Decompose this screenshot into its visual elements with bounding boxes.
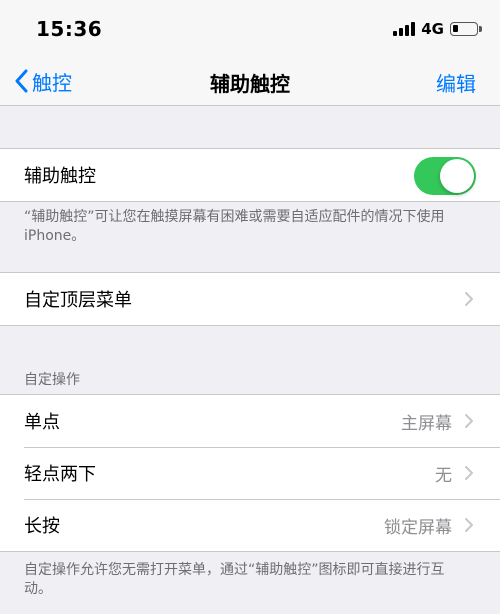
network-label: 4G bbox=[421, 20, 444, 38]
edit-button[interactable]: 编辑 bbox=[436, 68, 476, 97]
assistive-touch-label: 辅助触控 bbox=[24, 166, 96, 187]
navigation-bar: 触控 辅助触控 编辑 bbox=[0, 58, 500, 106]
action-row-double-tap[interactable]: 轻点两下 无 bbox=[0, 447, 500, 499]
action-label: 单点 bbox=[24, 412, 60, 433]
status-indicators: 4G bbox=[393, 20, 482, 38]
action-label: 长按 bbox=[24, 516, 60, 537]
assistive-touch-toggle[interactable] bbox=[414, 157, 476, 195]
top-menu-label: 自定顶层菜单 bbox=[24, 290, 132, 311]
assistive-touch-group: 辅助触控 bbox=[0, 148, 500, 202]
battery-icon bbox=[450, 22, 482, 36]
action-row-long-press[interactable]: 长按 锁定屏幕 bbox=[0, 499, 500, 551]
action-value: 锁定屏幕 bbox=[384, 517, 452, 538]
status-bar: 15:36 4G bbox=[0, 0, 500, 58]
chevron-right-icon bbox=[465, 414, 473, 428]
top-menu-group: 自定顶层菜单 bbox=[0, 272, 500, 326]
top-menu-row[interactable]: 自定顶层菜单 bbox=[0, 273, 500, 325]
chevron-right-icon bbox=[465, 292, 473, 306]
chevron-right-icon bbox=[465, 466, 473, 480]
action-label: 轻点两下 bbox=[24, 464, 96, 485]
assistive-touch-footnote: “辅助触控”可让您在触摸屏幕有困难或需要自适应配件的情况下使用iPhone。 bbox=[24, 209, 445, 244]
custom-actions-group: 单点 主屏幕 轻点两下 无 长按 锁定屏幕 bbox=[0, 394, 500, 552]
status-time: 15:36 bbox=[36, 17, 103, 41]
action-value: 无 bbox=[435, 465, 452, 486]
custom-actions-header: 自定操作 bbox=[24, 372, 80, 388]
action-row-single-tap[interactable]: 单点 主屏幕 bbox=[0, 395, 500, 447]
chevron-right-icon bbox=[465, 518, 473, 532]
assistive-touch-row: 辅助触控 bbox=[0, 149, 500, 201]
signal-icon bbox=[393, 22, 416, 36]
custom-actions-footnote: 自定操作允许您无需打开菜单，通过“辅助触控”图标即可直接进行互动。 bbox=[24, 562, 445, 597]
action-value: 主屏幕 bbox=[401, 413, 452, 434]
page-title: 辅助触控 bbox=[210, 72, 290, 96]
toggle-knob bbox=[440, 159, 474, 193]
